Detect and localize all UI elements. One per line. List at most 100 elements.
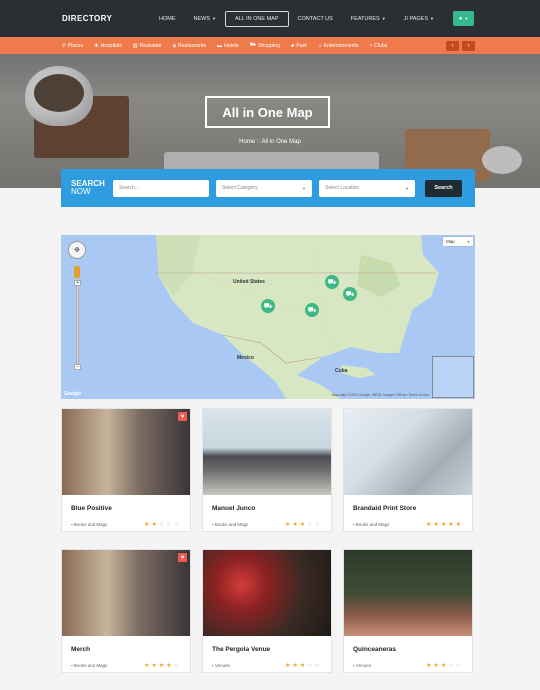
listing-card[interactable]: ♥ Blue Positive ▪ Books and Mags ★★☆☆☆	[61, 408, 191, 532]
star-icon: ★	[151, 522, 159, 528]
listing-card[interactable]: Manuel Junco ▪ Books and Mags ★★★☆☆	[202, 408, 332, 532]
listing-title[interactable]: The Pergola Venue	[212, 646, 331, 653]
glass-icon: ▿	[369, 42, 373, 49]
nav-contact[interactable]: CONTACT US	[289, 12, 342, 26]
listing-card[interactable]: The Pergola Venue ▪ Venues ★★★☆☆	[202, 549, 332, 673]
category-realstate[interactable]: ▥ Realstate	[133, 43, 162, 49]
star-icon: ★	[292, 522, 300, 528]
listing-card[interactable]: ♥ Merch ▪ Books and Mags ★★★★☆	[61, 549, 191, 673]
google-logo: Google	[64, 391, 82, 397]
category-hospitals[interactable]: ✚ Hospitals	[94, 43, 122, 49]
listing-category-label: Books and Mags	[214, 522, 249, 527]
listing-category-label: Books and Mags	[355, 522, 390, 527]
category-label: Shopping	[258, 42, 280, 49]
listing-category-label: Venues	[355, 663, 371, 668]
category-select[interactable]: Select Category ▼	[216, 179, 312, 197]
star-icon: ☆	[173, 663, 181, 669]
zoom-out-button[interactable]: –	[74, 364, 81, 370]
listing-card[interactable]: Brandaid Print Store ▪ Books and Mags ★★…	[343, 408, 473, 532]
listing-title[interactable]: Merch	[71, 646, 190, 653]
cart-icon: ⛟	[327, 278, 337, 286]
map-label-cuba: Cuba	[335, 368, 348, 374]
top-navbar: DIRECTORY HOME NEWS ▼ ALL IN ONE MAP CONT…	[0, 0, 540, 37]
listing-title[interactable]: Blue Positive	[71, 505, 190, 512]
breadcrumb[interactable]: Home :: All in One Map	[0, 139, 540, 145]
map-marker[interactable]: ⛟	[261, 299, 275, 313]
brand-logo[interactable]: DIRECTORY	[62, 14, 112, 23]
nav-news[interactable]: NEWS ▼	[185, 12, 225, 26]
cart-icon: ⛟	[345, 290, 355, 298]
listing-image	[203, 550, 331, 636]
overview-minimap[interactable]	[432, 356, 474, 398]
zoom-in-button[interactable]: +	[74, 280, 81, 286]
star-icon: ★	[292, 663, 300, 669]
map-marker[interactable]: ⛟	[343, 287, 357, 301]
page-title: All in One Map	[205, 96, 330, 128]
location-select[interactable]: Select Location ▼	[319, 179, 415, 197]
location-select-value: Select Location	[325, 185, 360, 191]
category-restaurants[interactable]: ψ Restaurants	[172, 43, 206, 49]
star-icon: ★	[448, 522, 456, 528]
search-heading: SEARCH NOW	[71, 180, 113, 196]
listing-category-label: Books and Mags	[73, 663, 108, 668]
listing-title[interactable]: Brandaid Print Store	[353, 505, 472, 512]
nav-ji-pages-label: JI PAGES	[403, 15, 429, 22]
category-entertainments[interactable]: ♫ Entertainments	[318, 43, 359, 49]
listing-image: ♥	[62, 550, 190, 636]
cart-icon: ⛟	[249, 42, 257, 48]
hero-banner: All in One Map Home :: All in One Map	[0, 54, 540, 188]
listing-card[interactable]: Quinceaneras ▪ Venues ★★★☆☆	[343, 549, 473, 673]
map-view[interactable]: Map ▼ ✥ + – United States Mexico Cuba ⛟ ⛟…	[61, 235, 475, 399]
star-icon: ☆	[455, 663, 463, 669]
category-clubs[interactable]: ▿ Clubs	[370, 43, 388, 49]
user-menu-button[interactable]: ● ▼	[453, 11, 474, 26]
category-places[interactable]: ⚲ Places	[62, 43, 83, 49]
listing-category-label: Books and Mags	[73, 522, 108, 527]
rating-stars: ★★★★★	[426, 521, 463, 528]
listing-category: ▪ Books and Mags	[212, 522, 249, 527]
zoom-slider[interactable]	[76, 285, 79, 365]
listing-category: ▪ Books and Mags	[71, 522, 108, 527]
nav-home[interactable]: HOME	[150, 12, 185, 26]
nav-ji-pages[interactable]: JI PAGES ▼	[395, 12, 443, 26]
pan-control[interactable]: ✥	[68, 241, 86, 259]
star-icon: ★	[433, 522, 441, 528]
category-shopping[interactable]: ⛟ Shopping	[250, 42, 280, 49]
nav-features-label: FEATURES	[350, 15, 380, 22]
map-attribution[interactable]: Map data ©2015 Google, INEGI, Imagen 200…	[332, 393, 429, 397]
map-type-select[interactable]: Map ▼	[443, 237, 473, 246]
star-icon: ☆	[173, 522, 181, 528]
search-button[interactable]: Search	[425, 179, 462, 197]
category-select-value: Select Category	[222, 185, 258, 191]
category-park[interactable]: ♣ Park	[291, 43, 307, 49]
category-hotels[interactable]: ▬ Hotels	[217, 43, 239, 49]
star-icon: ☆	[314, 663, 322, 669]
listing-category: ▪ Venues	[212, 663, 230, 668]
star-icon: ☆	[314, 522, 322, 528]
cart-icon: ⛟	[263, 302, 273, 310]
star-icon: ★	[433, 663, 441, 669]
listing-image	[344, 550, 472, 636]
search-input[interactable]: Search...	[113, 179, 209, 197]
heart-icon[interactable]: ♥	[178, 553, 187, 562]
chevron-down-icon: ▼	[381, 15, 386, 21]
pegman-icon[interactable]	[74, 266, 80, 278]
listing-image	[344, 409, 472, 495]
star-icon: ☆	[448, 663, 456, 669]
search-panel: SEARCH NOW Search... Select Category ▼ Se…	[61, 169, 475, 207]
map-marker[interactable]: ⛟	[305, 303, 319, 317]
map-marker[interactable]: ⛟	[325, 275, 339, 289]
nav-features[interactable]: FEATURES ▼	[342, 12, 395, 26]
heart-icon[interactable]: ♥	[178, 412, 187, 421]
chevron-right-icon[interactable]: ›	[462, 40, 475, 51]
nav-all-in-one-map[interactable]: ALL IN ONE MAP	[225, 10, 289, 27]
listing-title[interactable]: Quinceaneras	[353, 646, 472, 653]
user-icon: ●	[458, 15, 463, 22]
cutlery-icon: ψ	[172, 42, 177, 49]
listing-category: ▪ Venues	[353, 663, 371, 668]
chevron-left-icon[interactable]: ‹	[446, 40, 459, 51]
listing-title[interactable]: Manuel Junco	[212, 505, 331, 512]
chevron-down-icon: ▼	[405, 185, 409, 191]
map-pin-icon: ⚲	[62, 42, 66, 49]
star-icon: ★	[151, 663, 159, 669]
